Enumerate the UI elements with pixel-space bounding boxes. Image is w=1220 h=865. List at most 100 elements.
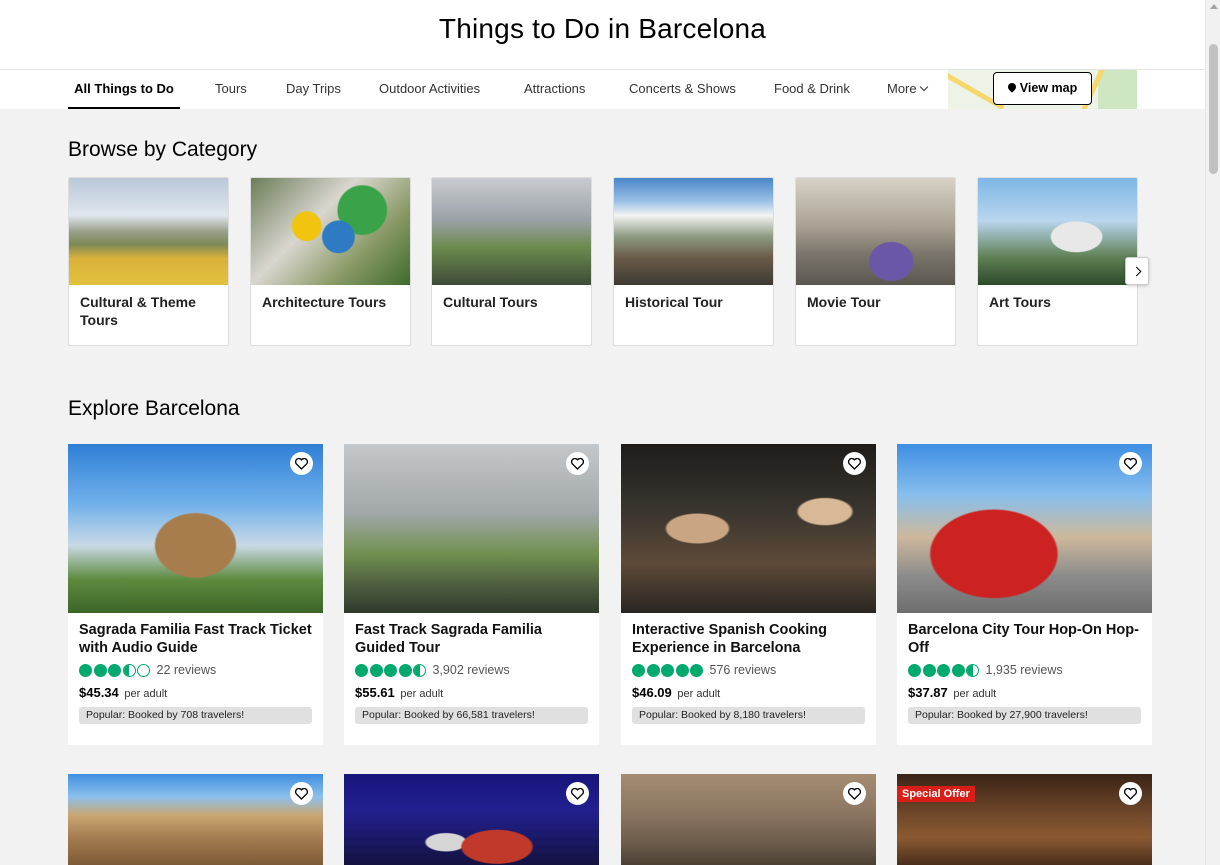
tab-more[interactable]: More [887, 70, 928, 109]
explore-heading: Explore Barcelona [68, 397, 240, 420]
chevron-down-icon [919, 82, 928, 92]
category-label: Art Tours [989, 294, 1051, 310]
save-heart-button[interactable] [1119, 782, 1142, 805]
heart-icon [1124, 458, 1137, 470]
category-card[interactable]: Architecture Tours [250, 177, 411, 346]
category-image [251, 178, 410, 285]
category-label: Cultural Tours [443, 294, 538, 310]
product-image [621, 444, 876, 613]
category-label: Movie Tour [807, 294, 881, 310]
product-card[interactable] [621, 774, 876, 865]
product-title[interactable]: Fast Track Sagrada Familia Guided Tour [355, 621, 588, 657]
product-image [344, 774, 599, 865]
scrollbar-thumb[interactable] [1209, 44, 1218, 174]
rating-bubble-icon [646, 663, 660, 677]
price: $55.61 per adult [355, 685, 588, 700]
chevron-right-icon [1131, 266, 1142, 277]
carousel-next-button[interactable] [1125, 257, 1149, 285]
category-card[interactable]: Cultural Tours [431, 177, 592, 346]
heart-icon [295, 788, 308, 800]
map-pin-icon [1006, 81, 1018, 93]
tab-all-things-to-do[interactable]: All Things to Do [68, 70, 180, 109]
review-count[interactable]: 22 reviews [157, 663, 217, 677]
product-title[interactable]: Sagrada Familia Fast Track Ticket with A… [79, 621, 312, 657]
product-title[interactable]: Interactive Spanish Cooking Experience i… [632, 621, 865, 657]
tab-outdoor-activities[interactable]: Outdoor Activities [379, 70, 480, 109]
product-image: Special Offer [897, 774, 1152, 865]
product-card[interactable]: Fast Track Sagrada Familia Guided Tour 3… [344, 444, 599, 745]
category-image [796, 178, 955, 285]
save-heart-button[interactable] [566, 782, 589, 805]
save-heart-button[interactable] [290, 782, 313, 805]
price-value: $37.87 [908, 685, 948, 700]
price-unit: per adult [124, 688, 168, 700]
rating-bubble-icon [398, 663, 412, 677]
browse-category-heading: Browse by Category [68, 138, 258, 161]
popular-badge: Popular: Booked by 708 travelers! [79, 707, 312, 724]
rating-bubble-icon [690, 663, 703, 677]
product-card[interactable]: Special Offer [897, 774, 1152, 865]
price-value: $55.61 [355, 685, 395, 700]
scroll-up-icon[interactable] [1210, 4, 1218, 9]
review-count[interactable]: 3,902 reviews [433, 663, 510, 677]
category-card[interactable]: Historical Tour [613, 177, 774, 346]
tab-more-label: More [887, 81, 917, 96]
save-heart-button[interactable] [290, 452, 313, 475]
view-map-label: View map [1019, 81, 1078, 95]
review-count[interactable]: 1,935 reviews [986, 663, 1063, 677]
price-unit: per adult [400, 688, 444, 700]
tab-day-trips[interactable]: Day Trips [286, 70, 341, 109]
category-image [614, 178, 773, 285]
product-card[interactable]: Sagrada Familia Fast Track Ticket with A… [68, 444, 323, 745]
rating-bubble-icon [413, 663, 426, 677]
tab-concerts-shows[interactable]: Concerts & Shows [629, 70, 736, 109]
product-image [68, 774, 323, 865]
rating-bubble-icon [369, 663, 383, 677]
heart-icon [571, 458, 584, 470]
save-heart-button[interactable] [1119, 452, 1142, 475]
tab-tours[interactable]: Tours [215, 70, 247, 109]
special-offer-badge: Special Offer [897, 786, 975, 802]
tab-food-drink[interactable]: Food & Drink [774, 70, 850, 109]
category-image [69, 178, 228, 285]
heart-icon [848, 788, 861, 800]
product-card[interactable]: Barcelona City Tour Hop-On Hop-Off 1,935… [897, 444, 1152, 745]
category-label: Architecture Tours [262, 294, 387, 310]
price-value: $45.34 [79, 685, 119, 700]
page-scrollbar[interactable] [1205, 0, 1220, 865]
product-image [621, 774, 876, 865]
category-label: Cultural & Theme Tours [80, 294, 196, 328]
rating-bubble-icon [79, 663, 92, 677]
rating-bubble-icon [951, 663, 965, 677]
product-title[interactable]: Barcelona City Tour Hop-On Hop-Off [908, 621, 1141, 657]
price: $46.09 per adult [632, 685, 865, 700]
product-card[interactable]: Interactive Spanish Cooking Experience i… [621, 444, 876, 745]
rating-bubble-icon [908, 663, 921, 677]
popular-badge: Popular: Booked by 8,180 travelers! [632, 707, 865, 724]
save-heart-button[interactable] [566, 452, 589, 475]
save-heart-button[interactable] [843, 452, 866, 475]
popular-badge: Popular: Booked by 27,900 travelers! [908, 707, 1141, 724]
rating: 1,935 reviews [908, 662, 1141, 678]
view-map-button[interactable]: View map [993, 72, 1092, 105]
review-count[interactable]: 576 reviews [710, 663, 777, 677]
rating-bubble-icon [108, 663, 121, 677]
rating-bubble-icon [661, 663, 674, 677]
page: Things to Do in Barcelona All Things to … [0, 0, 1205, 865]
tab-attractions[interactable]: Attractions [524, 70, 585, 109]
rating-bubble-icon [966, 663, 979, 677]
category-card[interactable]: Art Tours [977, 177, 1138, 346]
save-heart-button[interactable] [843, 782, 866, 805]
category-card[interactable]: Cultural & Theme Tours [68, 177, 229, 346]
product-card[interactable] [68, 774, 323, 865]
price: $37.87 per adult [908, 685, 1141, 700]
price: $45.34 per adult [79, 685, 312, 700]
heart-icon [1124, 788, 1137, 800]
category-image [432, 178, 591, 285]
product-card[interactable] [344, 774, 599, 865]
rating-bubble-icon [137, 663, 150, 677]
rating-bubble-icon [632, 663, 645, 677]
heart-icon [571, 788, 584, 800]
map-park [1098, 70, 1137, 109]
category-card[interactable]: Movie Tour [795, 177, 956, 346]
